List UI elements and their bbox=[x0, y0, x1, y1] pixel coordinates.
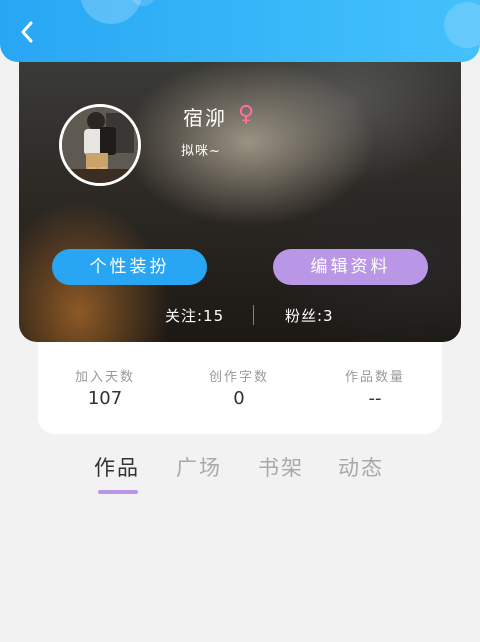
decorate-button[interactable]: 个性装扮 bbox=[52, 249, 207, 285]
tab-dynamics[interactable]: 动态 bbox=[338, 452, 384, 482]
stat-days-value: 107 bbox=[87, 388, 123, 409]
tab-bar: 作品 广场 书架 动态 bbox=[0, 448, 480, 498]
female-symbol-icon: ♀ bbox=[238, 102, 255, 127]
stats-card: 加入天数 107 创作字数 0 作品数量 -- bbox=[38, 342, 442, 434]
nickname: 宿泖 bbox=[183, 106, 227, 130]
chevron-left-icon bbox=[21, 21, 33, 43]
stat-words-label: 创作字数 bbox=[208, 370, 269, 385]
avatar-photo bbox=[62, 107, 138, 183]
divider bbox=[253, 305, 254, 325]
tab-works[interactable]: 作品 bbox=[94, 452, 140, 482]
stat-words-value: 0 bbox=[233, 388, 245, 409]
tab-square[interactable]: 广场 bbox=[176, 452, 222, 482]
edit-profile-button[interactable]: 编辑资料 bbox=[273, 249, 428, 285]
active-tab-indicator bbox=[98, 490, 138, 494]
stat-days: 加入天数 107 bbox=[45, 366, 165, 409]
stat-works-label: 作品数量 bbox=[344, 370, 405, 385]
decor-bubble bbox=[80, 0, 142, 24]
stat-works-value: -- bbox=[368, 388, 382, 409]
fans-count[interactable]: 粉丝:3 bbox=[285, 305, 334, 326]
stat-works: 作品数量 -- bbox=[315, 366, 435, 409]
avatar[interactable] bbox=[59, 104, 141, 186]
decor-bubble bbox=[444, 2, 480, 48]
profile-card: 宿泖 ♀ 拟咪~ 个性装扮 编辑资料 关注:15 粉丝:3 bbox=[19, 62, 461, 342]
stat-days-label: 加入天数 bbox=[74, 370, 135, 385]
profile-page: 宿泖 ♀ 拟咪~ 个性装扮 编辑资料 关注:15 粉丝:3 加入天数 107 创… bbox=[0, 0, 480, 642]
top-bar bbox=[0, 0, 480, 62]
follows-count[interactable]: 关注:15 bbox=[165, 305, 224, 326]
signature: 拟咪~ bbox=[181, 144, 221, 159]
tab-bookshelf[interactable]: 书架 bbox=[258, 452, 304, 482]
back-button[interactable] bbox=[14, 18, 42, 46]
stat-words: 创作字数 0 bbox=[179, 366, 299, 409]
